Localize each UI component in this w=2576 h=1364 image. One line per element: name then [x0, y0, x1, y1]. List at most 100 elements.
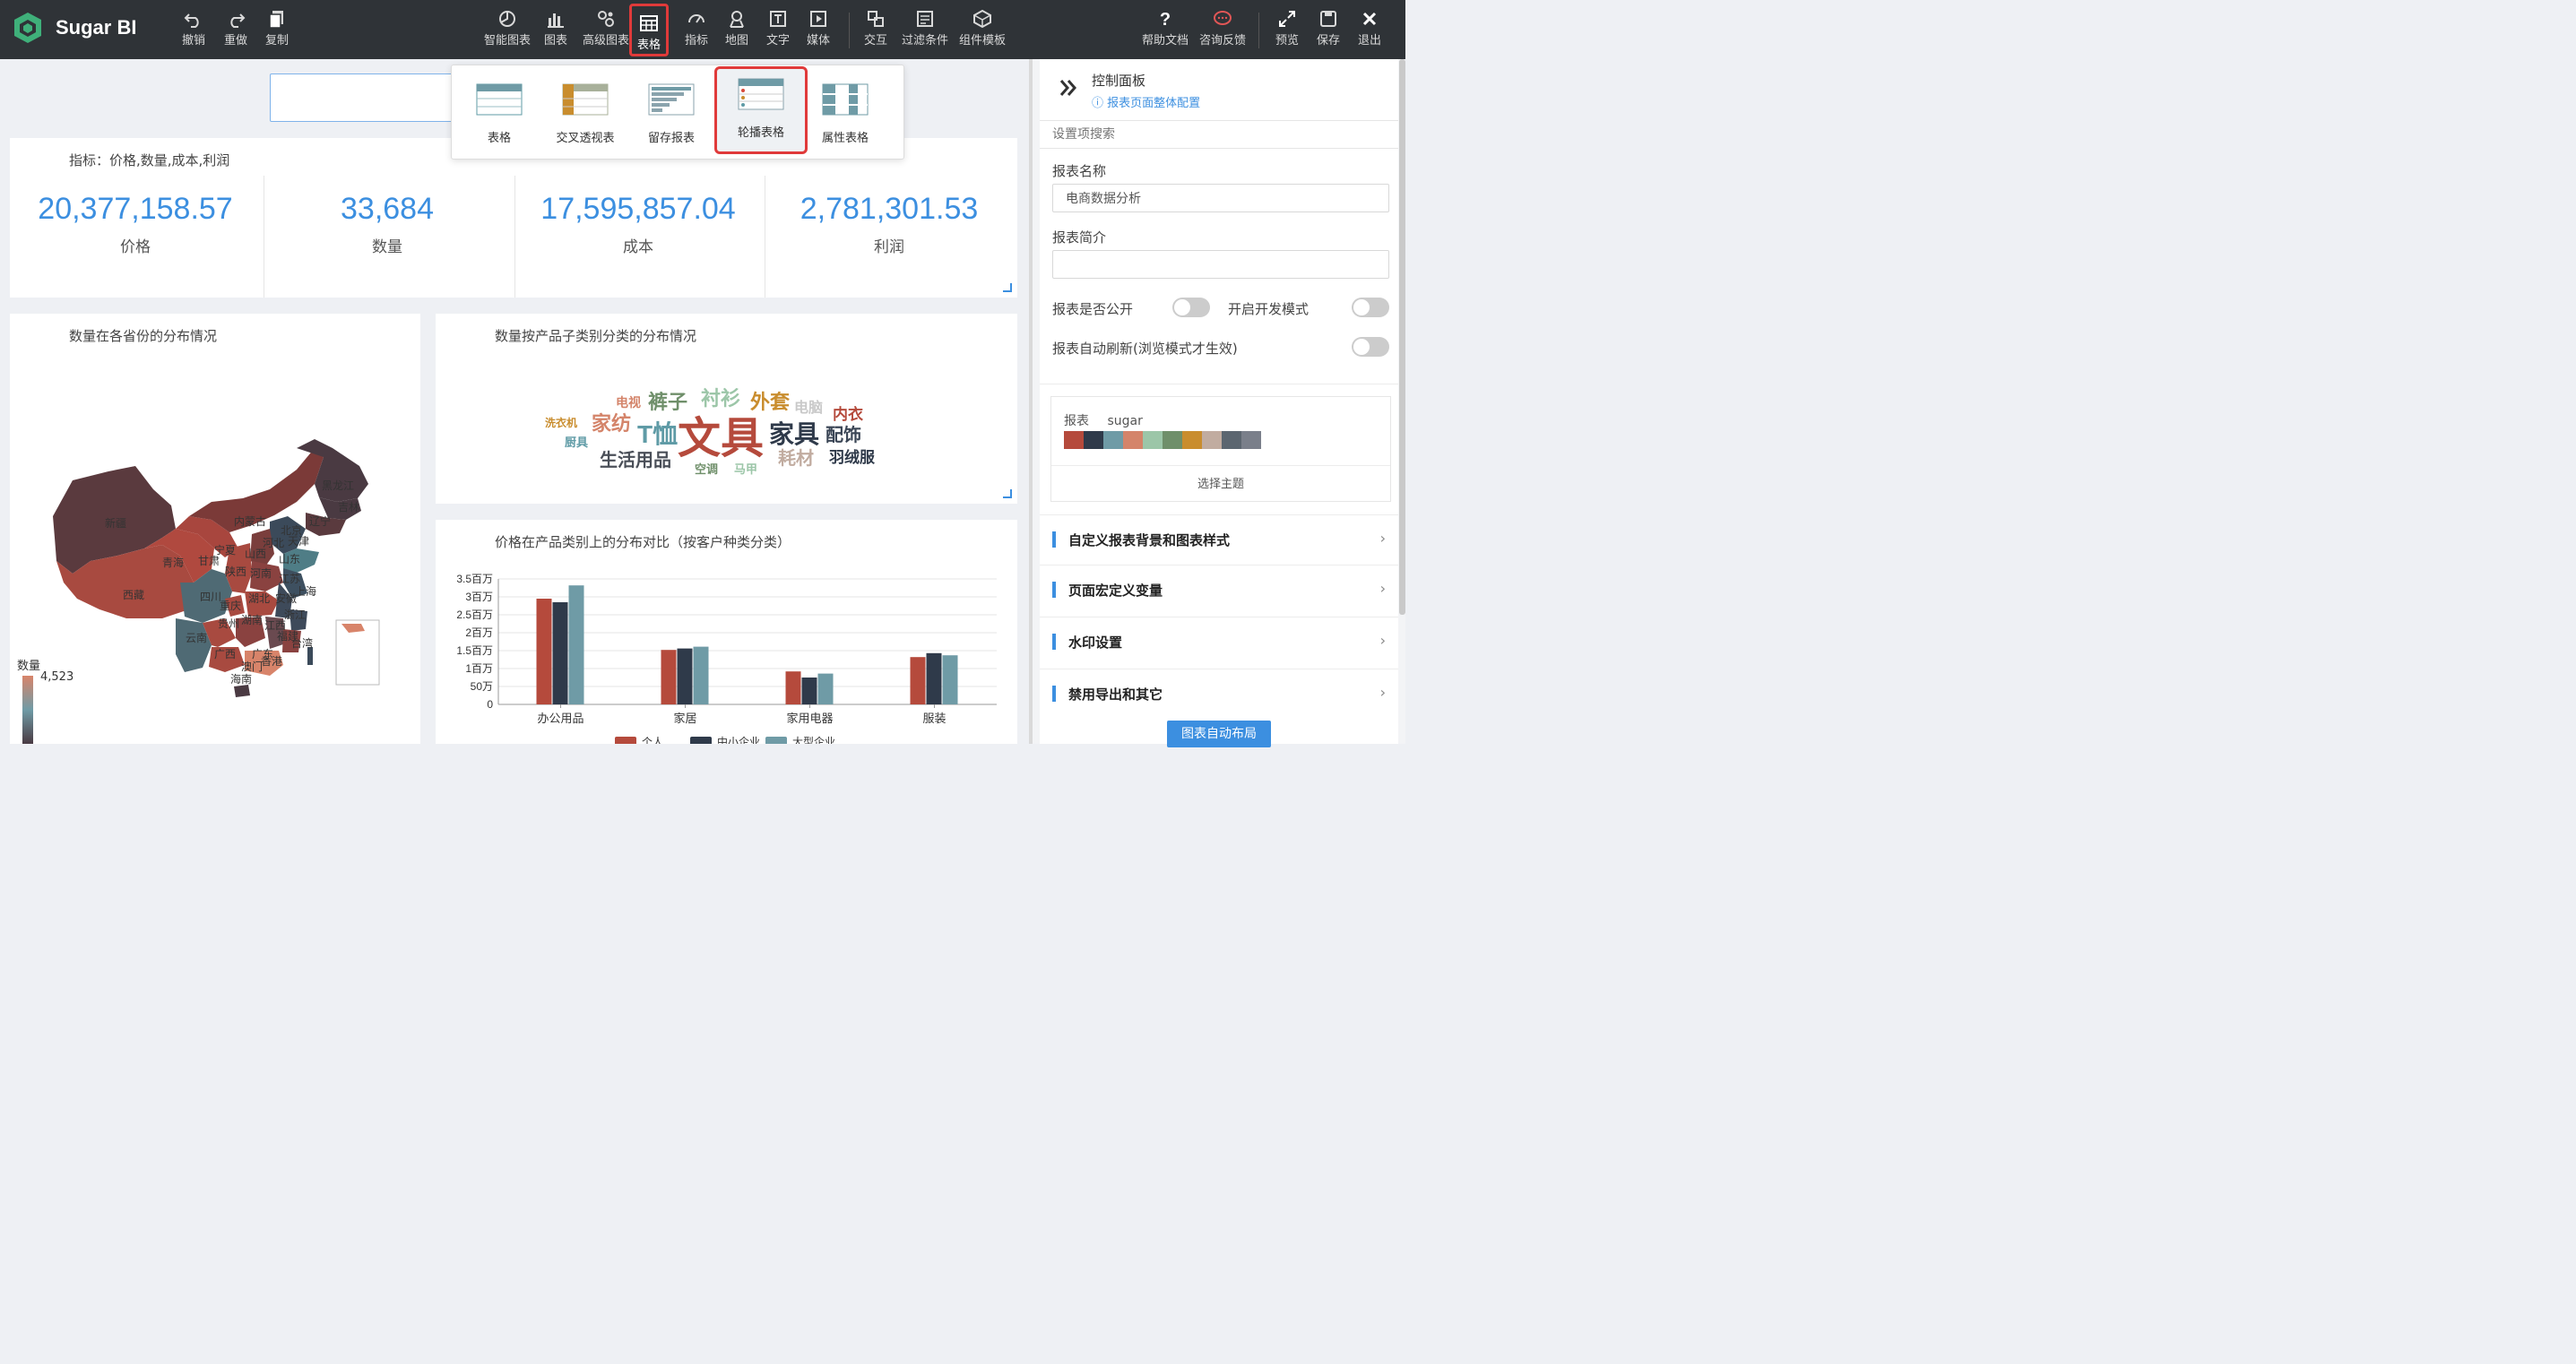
chevron-right-icon: ›: [1379, 530, 1386, 547]
map-button[interactable]: 地图: [725, 9, 748, 47]
theme-swatch: [1123, 431, 1143, 449]
bar: [568, 585, 584, 704]
theme-box: 报表 sugar 选择主题: [1050, 396, 1391, 502]
section-accent: [1052, 686, 1056, 702]
section-label: 页面宏定义变量: [1068, 583, 1163, 599]
copy-icon: [269, 11, 283, 29]
menu-item-attribute-table[interactable]: 属性表格: [805, 74, 886, 151]
chevron-right-icon: ›: [1379, 684, 1386, 701]
bar: [661, 650, 677, 704]
advanced-chart-icon: [598, 11, 614, 27]
feedback-icon: [1214, 11, 1232, 25]
collapse-panel-icon[interactable]: [1058, 77, 1079, 99]
choose-theme-button[interactable]: 选择主题: [1051, 474, 1390, 491]
resize-handle[interactable]: [1003, 283, 1012, 292]
indicator-button[interactable]: 指标: [685, 9, 708, 47]
legend-swatch: [690, 737, 712, 744]
province-hainan: [234, 685, 250, 697]
public-toggle[interactable]: [1172, 298, 1210, 317]
dev-mode-toggle[interactable]: [1352, 298, 1389, 317]
redo-label: 重做: [224, 34, 248, 47]
section-macro-variables[interactable]: 页面宏定义变量 ›: [1040, 565, 1398, 616]
interaction-label: 交互: [864, 34, 888, 47]
menu-item-pivot-table[interactable]: 交叉透视表: [545, 74, 626, 151]
auto-refresh-toggle[interactable]: [1352, 337, 1389, 357]
x-tick-label: 家居: [673, 712, 696, 725]
report-desc-input[interactable]: [1052, 250, 1389, 279]
menu-item-carousel-table[interactable]: 轮播表格: [714, 66, 808, 154]
section-watermark[interactable]: 水印设置 ›: [1040, 617, 1398, 668]
word: 空调: [695, 462, 718, 476]
x-tick-label: 办公用品: [537, 712, 583, 725]
y-tick-label: 0: [487, 698, 493, 711]
section-label: 禁用导出和其它: [1068, 686, 1163, 703]
app-name: Sugar BI: [56, 16, 137, 39]
map-legend-title: 数量: [17, 660, 41, 673]
settings-search[interactable]: [1040, 120, 1398, 149]
table-button[interactable]: 表格: [629, 4, 670, 56]
text-button[interactable]: 文字: [766, 9, 790, 47]
copy-button[interactable]: 复制: [265, 9, 289, 47]
word: 厨具: [565, 436, 588, 449]
redo-button[interactable]: 重做: [224, 9, 247, 47]
interaction-button[interactable]: 交互: [864, 9, 887, 47]
filter-icon: [917, 11, 933, 27]
bar: [801, 678, 817, 704]
map-legend-gradient[interactable]: [22, 676, 33, 744]
label-gansu: 甘肃: [198, 555, 220, 567]
settings-search-input[interactable]: [1050, 126, 1377, 142]
label-taiwan: 台湾: [291, 636, 313, 650]
kpi-quantity: 33,684 数量: [262, 192, 513, 256]
section-custom-style[interactable]: 自定义报表背景和图表样式 ›: [1040, 514, 1398, 565]
menu-item-retention-report[interactable]: 留存报表: [631, 74, 712, 151]
y-tick-label: 1.5百万: [456, 644, 493, 657]
wordcloud-card[interactable]: 数量按产品子类别分类的分布情况 文具 家具 T恤 生活用品 家纺 裤子 衬衫 外…: [436, 314, 1017, 504]
media-button[interactable]: 媒体: [807, 9, 830, 47]
theme-swatch: [1103, 431, 1123, 449]
auto-layout-button[interactable]: 图表自动布局: [1167, 721, 1271, 747]
public-label: 报表是否公开: [1052, 301, 1134, 317]
page-config-link[interactable]: ⓘ 报表页面整体配置: [1092, 93, 1200, 110]
filter-button[interactable]: 过滤条件: [902, 9, 948, 47]
label-neimenggu: 内蒙古: [234, 514, 266, 528]
panel-scrollbar[interactable]: [1399, 59, 1405, 615]
exit-label: 退出: [1358, 34, 1382, 47]
kpi-card[interactable]: 指标：价格,数量,成本,利润 20,377,158.57 价格 33,684 数…: [10, 138, 1017, 298]
info-icon: ⓘ: [1092, 97, 1108, 110]
kpi-value: 17,595,857.04: [540, 192, 736, 226]
exit-button[interactable]: 退出: [1358, 9, 1381, 47]
legend-swatch: [615, 737, 636, 744]
advanced-chart-button[interactable]: 高级图表: [583, 9, 629, 47]
preview-icon: [1279, 11, 1295, 27]
theme-swatch: [1222, 431, 1241, 449]
preview-label: 预览: [1275, 34, 1300, 47]
save-button[interactable]: 保存: [1317, 9, 1340, 47]
report-name-input[interactable]: 电商数据分析: [1052, 184, 1389, 212]
attribute-table-icon: [822, 83, 869, 116]
menu-item-table[interactable]: 表格: [459, 74, 540, 151]
undo-icon: [184, 13, 199, 28]
toolbar-divider: [849, 13, 850, 48]
resize-handle[interactable]: [1003, 489, 1012, 498]
preview-button[interactable]: 预览: [1275, 9, 1299, 47]
theme-swatches[interactable]: [1064, 431, 1261, 449]
kpi-price: 20,377,158.57 价格: [10, 192, 261, 256]
help-doc-button[interactable]: ? 帮助文档: [1142, 9, 1189, 47]
feedback-button[interactable]: 咨询反馈: [1199, 9, 1246, 47]
smart-chart-button[interactable]: 智能图表: [484, 9, 531, 47]
undo-button[interactable]: 撤销: [182, 9, 205, 47]
map-card[interactable]: 数量在各省份的分布情况 黑龙江 吉林 辽宁 内蒙古 北京 天津 河北 山东 山西…: [10, 314, 420, 744]
kpi-label: 成本: [623, 238, 653, 256]
section-disable-export[interactable]: 禁用导出和其它 ›: [1040, 669, 1398, 720]
chart-button[interactable]: 图表: [544, 9, 567, 47]
word: 内衣: [833, 405, 863, 423]
template-label: 组件模板: [959, 34, 1007, 47]
smart-chart-label: 智能图表: [484, 34, 532, 47]
bar-chart-card[interactable]: 价格在产品类别上的分布对比（按客户种类分类） 0 50万 1百万 1.5百万 2百万 2.…: [436, 520, 1017, 744]
report-title-input[interactable]: [270, 73, 460, 122]
word: 家纺: [592, 412, 631, 435]
label-shandong: 山东: [279, 553, 300, 565]
template-button[interactable]: 组件模板: [959, 9, 1006, 47]
theme-label: 报表 sugar: [1064, 411, 1143, 429]
legend-swatch: [765, 737, 787, 744]
